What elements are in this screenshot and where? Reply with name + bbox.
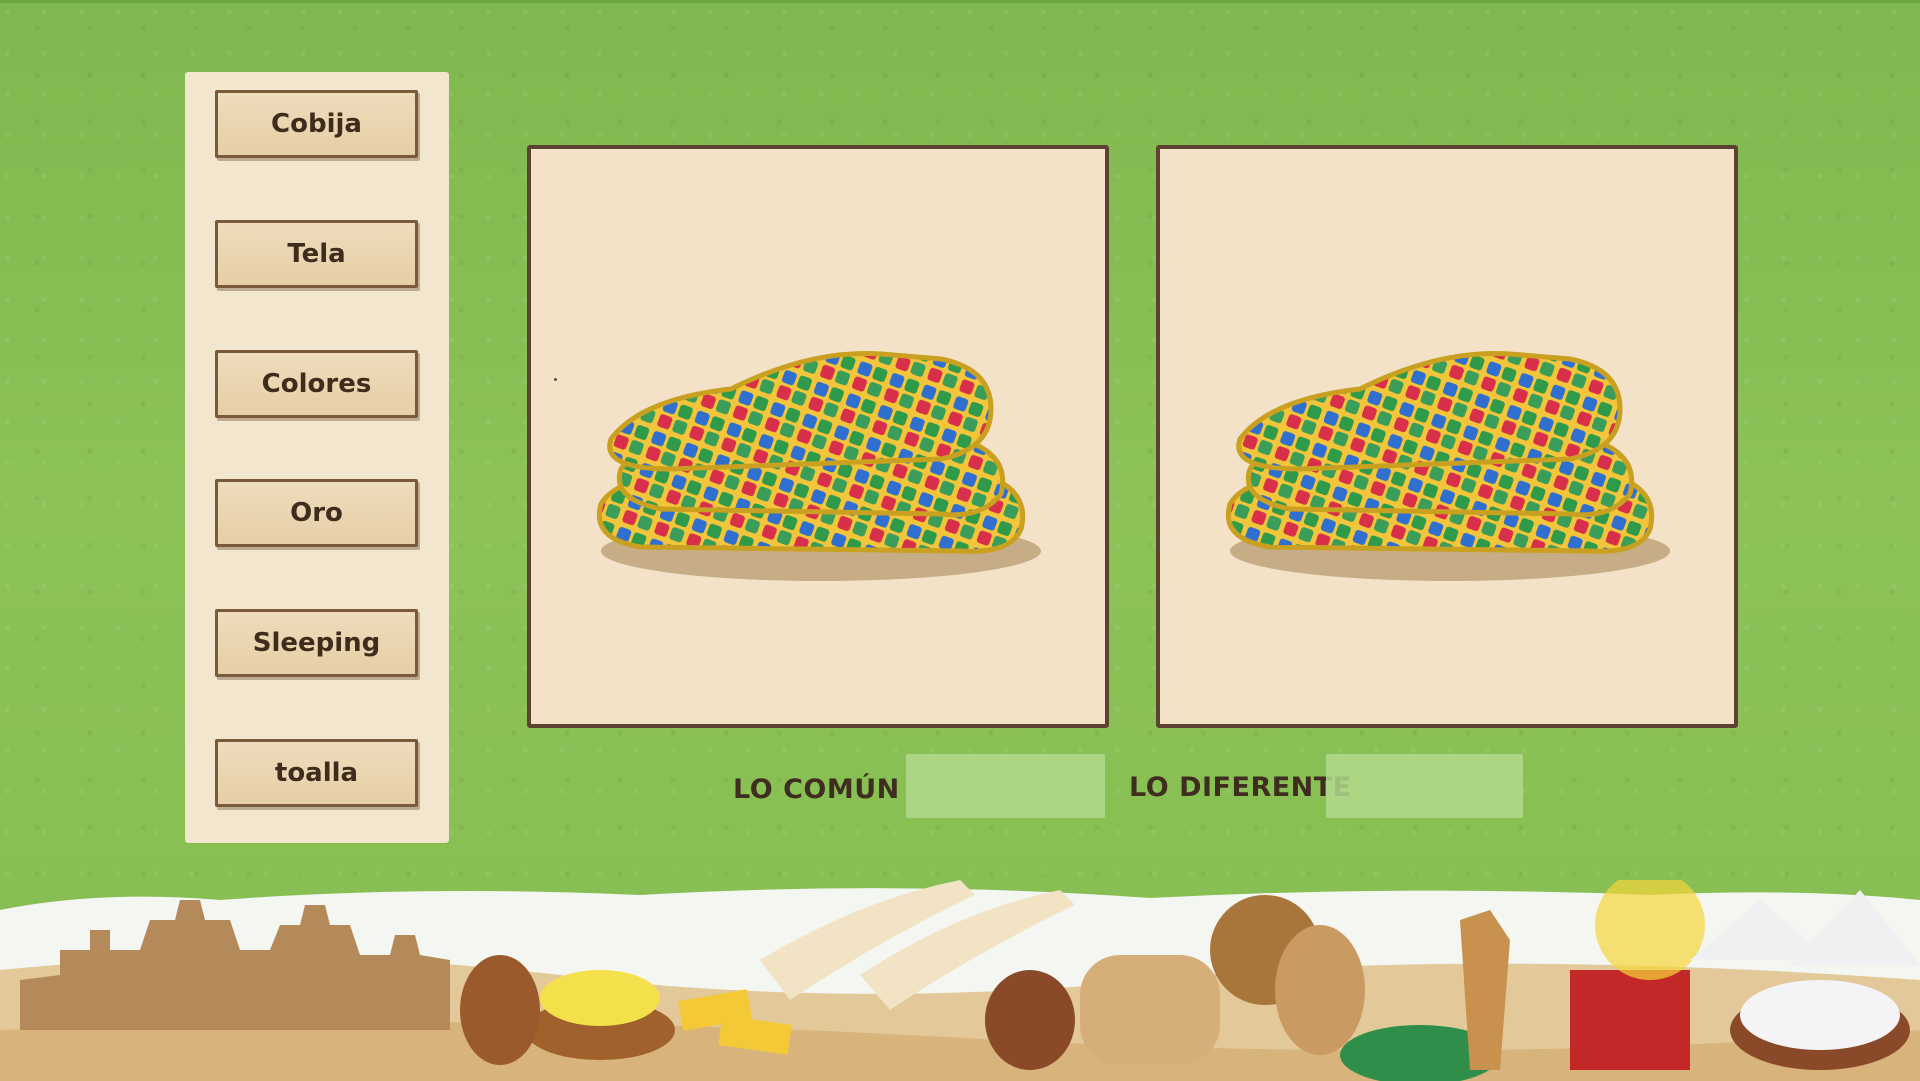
top-border — [0, 0, 1920, 3]
blanket-stack-illustration — [597, 350, 1041, 581]
common-drop-slot[interactable] — [906, 754, 1105, 818]
word-bank-panel: Cobija Tela Colores Oro Sleeping toalla — [185, 72, 449, 843]
word-card-toalla[interactable]: toalla — [215, 739, 418, 807]
word-card-cobija[interactable]: Cobija — [215, 90, 418, 158]
word-card-tela[interactable]: Tela — [215, 220, 418, 288]
decorative-market-scene — [0, 880, 1920, 1081]
image-frame-right — [1156, 145, 1738, 728]
word-card-sleeping[interactable]: Sleeping — [215, 609, 418, 677]
word-card-oro[interactable]: Oro — [215, 479, 418, 547]
different-label: LO DIFERENTE — [1129, 772, 1352, 803]
common-label: LO COMÚN — [733, 774, 900, 805]
blanket-stack-illustration — [1226, 350, 1670, 581]
different-drop-slot[interactable] — [1326, 754, 1523, 818]
word-card-colores[interactable]: Colores — [215, 350, 418, 418]
image-frame-left — [527, 145, 1109, 728]
stray-dot — [554, 378, 557, 381]
